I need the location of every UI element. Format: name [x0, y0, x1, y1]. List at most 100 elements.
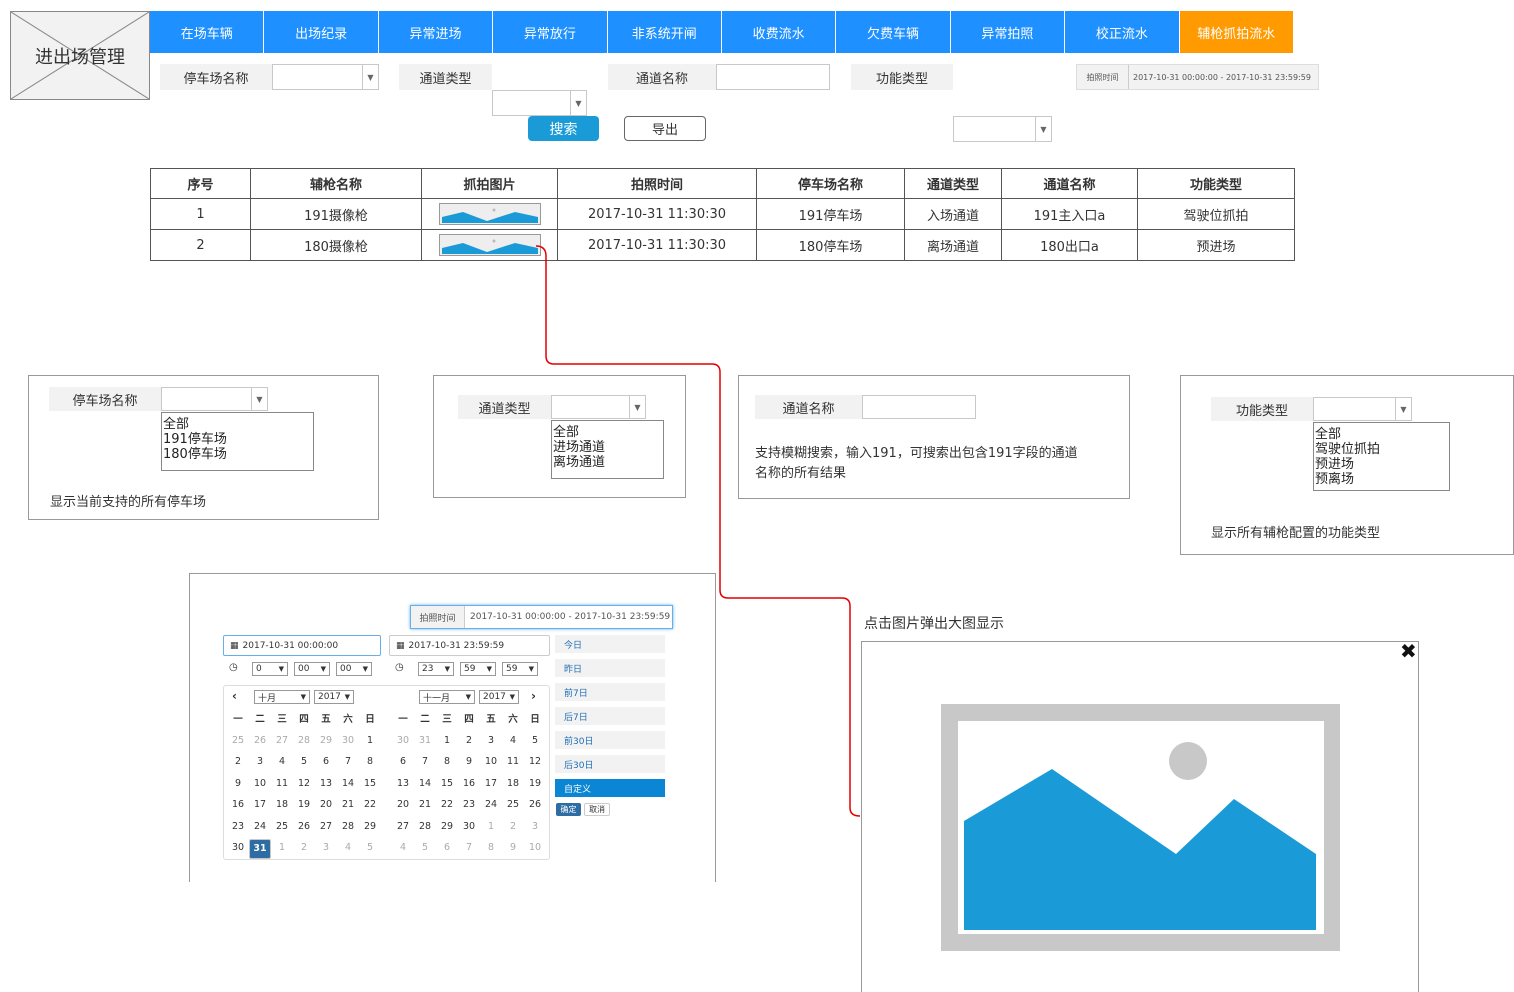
- calendar-day[interactable]: 5: [293, 753, 315, 771]
- calendar-day[interactable]: 25: [271, 817, 293, 835]
- calendar-day[interactable]: 2: [458, 731, 480, 749]
- calendar-day[interactable]: 14: [337, 774, 359, 792]
- calendar-day[interactable]: 17: [249, 796, 271, 814]
- quick-today[interactable]: 今日: [555, 635, 665, 653]
- quick-next7[interactable]: 后7日: [555, 707, 665, 725]
- start-minute-select[interactable]: 00: [294, 662, 330, 676]
- calendar-day[interactable]: 16: [227, 796, 249, 814]
- calendar-day[interactable]: 6: [315, 753, 337, 771]
- calendar-day[interactable]: 31: [414, 731, 436, 749]
- calendar-day[interactable]: 6: [436, 839, 458, 857]
- calendar-day[interactable]: 30: [392, 731, 414, 749]
- datepicker-range-input[interactable]: 拍照时间 2017-10-31 00:00:00 - 2017-10-31 23…: [410, 605, 673, 629]
- calendar-day[interactable]: 7: [337, 753, 359, 771]
- calendar-day[interactable]: 17: [480, 774, 502, 792]
- start-date-input[interactable]: ▦ 2017-10-31 00:00:00: [223, 635, 381, 656]
- calendar-day[interactable]: 2: [227, 753, 249, 771]
- calendar-day[interactable]: 10: [249, 774, 271, 792]
- calendar-day[interactable]: 9: [502, 839, 524, 857]
- calendar-day[interactable]: 3: [524, 817, 546, 835]
- option-item[interactable]: 全部: [163, 417, 312, 432]
- calendar-day[interactable]: 3: [480, 731, 502, 749]
- calendar-day[interactable]: 25: [502, 796, 524, 814]
- option-item[interactable]: 进场通道: [553, 440, 662, 455]
- confirm-button[interactable]: 确定: [556, 803, 581, 816]
- calendar-day[interactable]: 16: [458, 774, 480, 792]
- calendar-day[interactable]: 28: [293, 731, 315, 749]
- calendar-day[interactable]: 18: [502, 774, 524, 792]
- calendar-day[interactable]: 31: [249, 838, 271, 859]
- calendar-day[interactable]: 4: [337, 839, 359, 857]
- calendar-day[interactable]: 4: [392, 839, 414, 857]
- option-item[interactable]: 全部: [553, 425, 662, 440]
- calendar-day[interactable]: 14: [414, 774, 436, 792]
- calendar-day[interactable]: 7: [458, 839, 480, 857]
- chevron-left-icon[interactable]: ‹: [232, 689, 237, 703]
- end-date-input[interactable]: ▦ 2017-10-31 23:59:59: [389, 635, 550, 656]
- calendar-day[interactable]: 3: [249, 753, 271, 771]
- calendar-day[interactable]: 7: [414, 753, 436, 771]
- calendar-day[interactable]: 10: [524, 839, 546, 857]
- calendar-day[interactable]: 19: [524, 774, 546, 792]
- end-second-select[interactable]: 59: [502, 662, 538, 676]
- calendar-day[interactable]: 9: [227, 774, 249, 792]
- calendar-day[interactable]: 23: [227, 817, 249, 835]
- function-type-select[interactable]: ▼: [1313, 397, 1412, 421]
- calendar-day[interactable]: 5: [524, 731, 546, 749]
- left-month-select[interactable]: 十月: [254, 690, 310, 704]
- calendar-day[interactable]: 1: [271, 839, 293, 857]
- start-second-select[interactable]: 00: [336, 662, 372, 676]
- calendar-day[interactable]: 2: [293, 839, 315, 857]
- option-item[interactable]: 191停车场: [163, 432, 312, 447]
- right-month-select[interactable]: 十一月: [419, 690, 475, 704]
- calendar-day[interactable]: 29: [359, 817, 381, 835]
- calendar-day[interactable]: 26: [293, 817, 315, 835]
- calendar-day[interactable]: 10: [480, 753, 502, 771]
- calendar-day[interactable]: 12: [524, 753, 546, 771]
- quick-prev7[interactable]: 前7日: [555, 683, 665, 701]
- calendar-day[interactable]: 29: [436, 817, 458, 835]
- calendar-day[interactable]: 22: [436, 796, 458, 814]
- calendar-day[interactable]: 24: [249, 817, 271, 835]
- calendar-day[interactable]: 1: [480, 817, 502, 835]
- calendar-day[interactable]: 4: [502, 731, 524, 749]
- calendar-day[interactable]: 4: [271, 753, 293, 771]
- calendar-day[interactable]: 21: [414, 796, 436, 814]
- calendar-day[interactable]: 28: [414, 817, 436, 835]
- calendar-day[interactable]: 25: [227, 731, 249, 749]
- calendar-day[interactable]: 23: [458, 796, 480, 814]
- calendar-day[interactable]: 26: [524, 796, 546, 814]
- calendar-day[interactable]: 5: [359, 839, 381, 857]
- calendar-day[interactable]: 18: [271, 796, 293, 814]
- end-minute-select[interactable]: 59: [460, 662, 496, 676]
- calendar-day[interactable]: 13: [315, 774, 337, 792]
- calendar-day[interactable]: 9: [458, 753, 480, 771]
- calendar-day[interactable]: 8: [436, 753, 458, 771]
- quick-prev30[interactable]: 前30日: [555, 731, 665, 749]
- calendar-day[interactable]: 8: [359, 753, 381, 771]
- calendar-day[interactable]: 22: [359, 796, 381, 814]
- calendar-day[interactable]: 11: [271, 774, 293, 792]
- option-item[interactable]: 180停车场: [163, 447, 312, 462]
- calendar-day[interactable]: 27: [271, 731, 293, 749]
- calendar-day[interactable]: 19: [293, 796, 315, 814]
- right-year-select[interactable]: 2017: [479, 690, 519, 704]
- quick-yesterday[interactable]: 昨日: [555, 659, 665, 677]
- calendar-day[interactable]: 1: [359, 731, 381, 749]
- close-icon[interactable]: ✖: [1400, 639, 1417, 663]
- calendar-day[interactable]: 26: [249, 731, 271, 749]
- option-item[interactable]: 预离场: [1315, 472, 1448, 487]
- quick-custom[interactable]: 自定义: [555, 779, 665, 797]
- option-item[interactable]: 预进场: [1315, 457, 1448, 472]
- calendar-day[interactable]: 20: [392, 796, 414, 814]
- calendar-day[interactable]: 8: [480, 839, 502, 857]
- option-item[interactable]: 离场通道: [553, 455, 662, 470]
- calendar-day[interactable]: 27: [392, 817, 414, 835]
- option-item[interactable]: 驾驶位抓拍: [1315, 442, 1448, 457]
- calendar-day[interactable]: 5: [414, 839, 436, 857]
- calendar-day[interactable]: 30: [337, 731, 359, 749]
- parking-name-select[interactable]: ▼: [161, 387, 268, 411]
- chevron-right-icon[interactable]: ›: [531, 689, 536, 703]
- calendar-day[interactable]: 20: [315, 796, 337, 814]
- start-hour-select[interactable]: 0: [252, 662, 288, 676]
